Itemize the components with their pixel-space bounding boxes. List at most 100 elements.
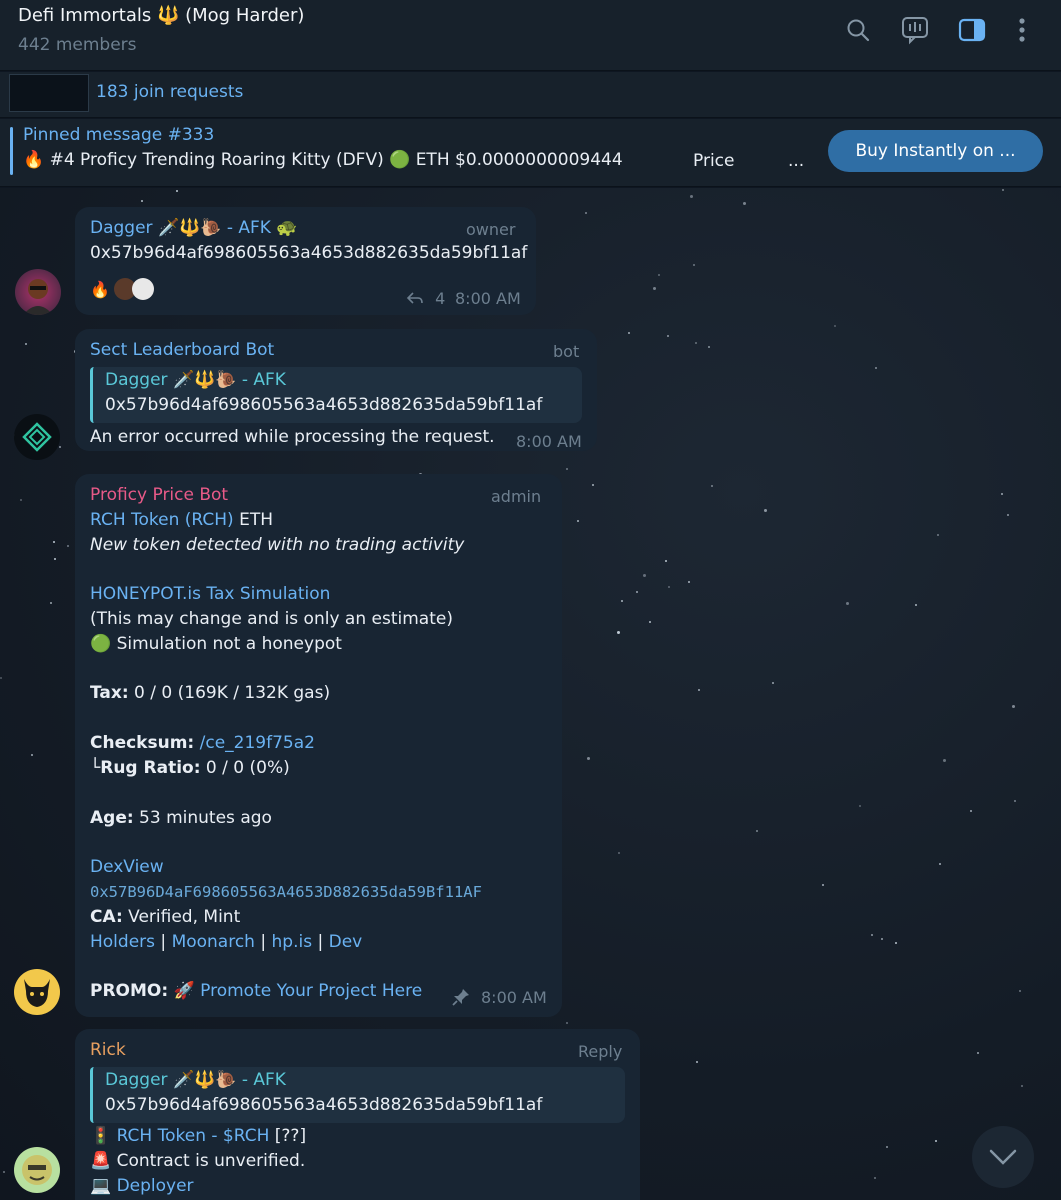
buy-instantly-button[interactable]: Buy Instantly on ...: [828, 130, 1043, 172]
star: [649, 621, 651, 623]
unverified-line: 🚨 Contract is unverified.: [90, 1151, 306, 1171]
pinned-price-label: Price: [693, 151, 735, 171]
token-link[interactable]: RCH Token - $RCH: [117, 1126, 270, 1146]
deployer-link[interactable]: Deployer: [117, 1176, 194, 1196]
requester-avatars: [9, 74, 89, 112]
message-bubble[interactable]: Proficy Price Bot admin RCH Token (RCH) …: [75, 474, 562, 1017]
star: [667, 335, 669, 337]
search-icon[interactable]: [842, 14, 874, 46]
member-count[interactable]: 442 members: [18, 35, 137, 55]
avatar[interactable]: [14, 1147, 60, 1193]
star: [822, 884, 824, 886]
traffic-light-icon: 🚦: [90, 1126, 112, 1146]
dev-link[interactable]: Dev: [329, 932, 363, 952]
reactor-avatar: [131, 278, 154, 300]
star: [643, 574, 646, 577]
star: [846, 602, 849, 605]
more-icon[interactable]: [1006, 14, 1038, 46]
star: [1019, 990, 1021, 992]
sender-role: admin: [491, 487, 542, 506]
star: [886, 1146, 888, 1148]
holders-link[interactable]: Holders: [90, 932, 155, 952]
siren-icon: 🚨: [90, 1151, 112, 1171]
star: [943, 759, 946, 762]
star: [20, 499, 22, 501]
star: [711, 485, 713, 487]
star: [970, 810, 972, 812]
star: [935, 1140, 937, 1142]
fire-reaction[interactable]: 🔥: [90, 280, 110, 299]
star: [875, 367, 877, 369]
quote-text: 0x57b96d4af698605563a4653d882635da59bf11…: [105, 395, 543, 415]
star: [1012, 705, 1015, 708]
moonarch-link[interactable]: Moonarch: [172, 932, 255, 952]
star: [587, 757, 590, 760]
scroll-down-button[interactable]: [972, 1126, 1034, 1188]
star: [653, 287, 656, 290]
star: [668, 586, 670, 588]
join-requests-label[interactable]: 183 join requests: [96, 82, 243, 102]
star: [939, 863, 941, 865]
star: [977, 1052, 979, 1054]
contract-address[interactable]: 0x57B96D4aF698605563A4653D882635da59Bf11…: [90, 883, 482, 901]
star: [871, 934, 873, 936]
message-bubble[interactable]: Sect Leaderboard Bot bot Dagger 🗡️🔱🐌 - A…: [75, 329, 597, 451]
star: [834, 325, 836, 327]
honeypot-link[interactable]: HONEYPOT.is Tax Simulation: [90, 584, 330, 604]
chat-title[interactable]: Defi Immortals 🔱 (Mog Harder): [18, 5, 304, 26]
sender-name[interactable]: Rick: [90, 1040, 126, 1060]
pinned-message-bar[interactable]: Pinned message #333 🔥 #4 Proficy Trendin…: [0, 119, 1061, 187]
avatar[interactable]: [15, 269, 61, 315]
ca-line: CA: Verified, Mint: [90, 907, 241, 927]
avatar[interactable]: [14, 969, 60, 1015]
sender-role: owner: [466, 220, 516, 239]
sender-name[interactable]: Sect Leaderboard Bot: [90, 340, 274, 360]
reply-label[interactable]: Reply: [578, 1042, 622, 1061]
reply-count[interactable]: 4: [406, 289, 445, 308]
voice-chat-icon[interactable]: [899, 14, 931, 46]
checksum-line: Checksum: /ce_219f75a2: [90, 733, 315, 753]
quote-sender: Dagger 🗡️🔱🐌 - AFK: [105, 1070, 286, 1090]
star: [915, 604, 917, 606]
star: [25, 343, 27, 345]
star: [618, 852, 620, 854]
join-requests-bar[interactable]: 183 join requests: [0, 72, 1061, 118]
chat-header: Defi Immortals 🔱 (Mog Harder) 442 member…: [0, 0, 1061, 71]
star: [53, 541, 55, 543]
star: [59, 446, 61, 448]
hpis-link[interactable]: hp.is: [272, 932, 313, 952]
message-bubble[interactable]: Dagger 🗡️🔱🐌 - AFK 🐢 owner 0x57b96d4af698…: [75, 207, 536, 315]
star: [895, 942, 897, 944]
quote-text: 0x57b96d4af698605563a4653d882635da59bf11…: [105, 1095, 543, 1115]
star: [688, 581, 690, 583]
deployer-line: 💻 Deployer: [90, 1176, 194, 1196]
sender-name[interactable]: Proficy Price Bot: [90, 485, 228, 505]
star: [67, 545, 69, 547]
star: [1021, 1085, 1023, 1087]
sidebar-toggle-icon[interactable]: [956, 14, 988, 46]
checksum-link[interactable]: /ce_219f75a2: [194, 733, 315, 753]
promo-line: PROMO: 🚀 Promote Your Project Here: [90, 981, 423, 1001]
promo-link[interactable]: 🚀 Promote Your Project Here: [174, 981, 423, 1001]
computer-icon: 💻: [90, 1176, 112, 1196]
pinned-indicator: [10, 127, 13, 175]
star: [665, 560, 667, 562]
star: [1014, 800, 1016, 802]
message-bubble[interactable]: Rick Reply Dagger 🗡️🔱🐌 - AFK 0x57b96d4af…: [75, 1029, 640, 1200]
age-line: Age: 53 minutes ago: [90, 808, 272, 828]
sender-name[interactable]: Dagger 🗡️🔱🐌 - AFK 🐢: [90, 218, 298, 238]
star: [628, 332, 630, 334]
quoted-reply[interactable]: Dagger 🗡️🔱🐌 - AFK 0x57b96d4af698605563a4…: [90, 1067, 625, 1123]
star: [1001, 493, 1003, 495]
message-time: 8:00 AM: [481, 988, 547, 1007]
reactions[interactable]: 🔥: [90, 275, 154, 303]
dexview-link[interactable]: DexView: [90, 857, 164, 877]
star: [621, 600, 623, 602]
quoted-reply[interactable]: Dagger 🗡️🔱🐌 - AFK 0x57b96d4af698605563a4…: [90, 367, 582, 423]
token-link[interactable]: RCH Token (RCH): [90, 510, 234, 530]
avatar[interactable]: [14, 414, 60, 460]
chat-history[interactable]: Dagger 🗡️🔱🐌 - AFK 🐢 owner 0x57b96d4af698…: [0, 188, 1061, 1200]
star: [566, 1022, 568, 1024]
star: [592, 484, 594, 486]
chevron-down-icon: [989, 1149, 1017, 1165]
